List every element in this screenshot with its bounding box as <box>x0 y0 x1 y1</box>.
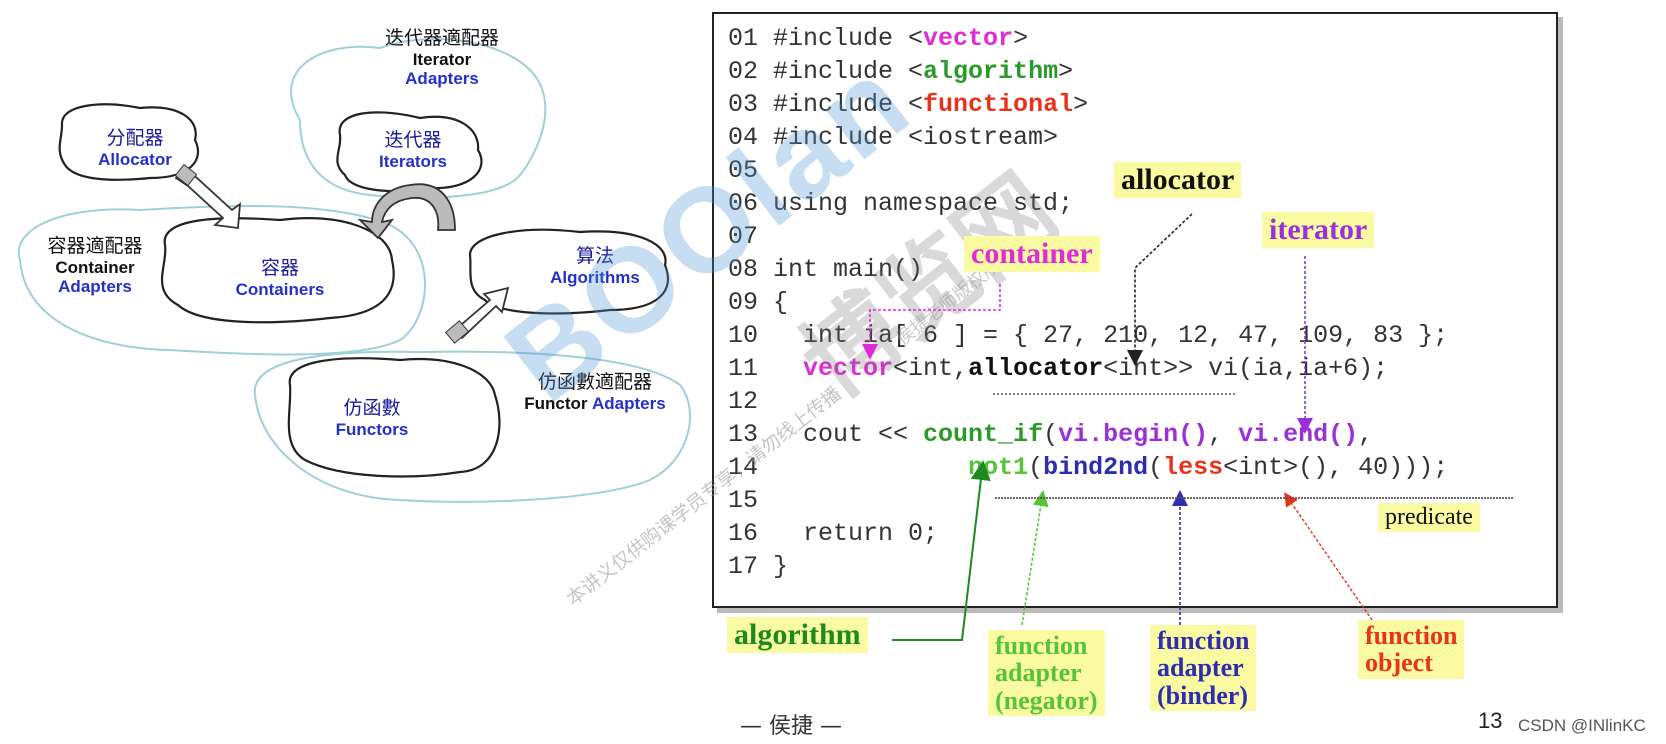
allocator-label: 分配器 Allocator <box>75 127 195 169</box>
negator-line1: function <box>995 631 1088 660</box>
line-number: 16 <box>728 519 759 548</box>
csdn-credit: CSDN @INlinKC <box>1518 716 1646 735</box>
code-text: > <box>1073 90 1089 119</box>
iterators-label: 迭代器 Iterators <box>358 129 468 171</box>
code-line-01: 01 #include <vector> <box>728 24 1028 54</box>
negator-line2: adapter <box>995 658 1082 688</box>
container-adapters-en2: Adapters <box>58 277 132 297</box>
arrow-iterators-curve <box>357 183 456 240</box>
code-text: <int>(), 40))); <box>1223 453 1449 482</box>
keyword-allocator: allocator <box>968 354 1104 383</box>
tag-function-adapter-binder: function adapter (binder) <box>1150 625 1257 711</box>
allocator-zh: 分配器 <box>106 127 164 149</box>
keyword-count-if: count_if <box>923 420 1044 449</box>
containers-label: 容器 Containers <box>215 257 345 299</box>
keyword-vi-begin: vi.begin() <box>1058 420 1209 449</box>
tag-predicate: predicate <box>1378 503 1480 533</box>
tag-container: container <box>964 236 1100 272</box>
line-number: 15 <box>728 486 759 515</box>
keyword-algorithm: algorithm <box>923 57 1059 86</box>
line-number: 11 <box>728 354 759 383</box>
iterator-adapters-en1: Iterator <box>412 49 472 69</box>
binder-line1: function <box>1157 626 1250 655</box>
code-text: > <box>1013 24 1029 53</box>
code-line-14: 14 not1(bind2nd(less<int>(), 40))); <box>728 453 1448 483</box>
container-adapters-zh: 容器適配器 <box>47 235 143 257</box>
functors-zh: 仿函數 <box>343 397 401 419</box>
code-line-17: 17 } <box>728 552 788 582</box>
tag-allocator: allocator <box>1114 162 1242 198</box>
keyword-vector: vector <box>923 24 1014 53</box>
page-number: 13 <box>1478 708 1503 733</box>
code-text: > <box>1058 57 1074 86</box>
containers-en: Containers <box>235 279 325 299</box>
fobj-line2: object <box>1365 648 1433 678</box>
code-text: , <box>1208 420 1239 449</box>
tag-function-adapter-negator: function adapter (negator) <box>988 630 1105 716</box>
code-text: ( <box>1028 453 1044 482</box>
keyword-bind2nd: bind2nd <box>1043 453 1149 482</box>
code-text: , <box>1358 420 1374 449</box>
tag-function-object: function object <box>1358 620 1465 679</box>
line-number: 10 <box>728 321 759 350</box>
tag-algorithm: algorithm <box>727 617 868 653</box>
keyword-less: less <box>1163 453 1224 482</box>
footer-author: — 侯捷 — <box>740 714 842 739</box>
code-text: <int>> vi(ia,ia+6); <box>1103 354 1389 383</box>
line-number: 12 <box>728 387 759 416</box>
code-text: ( <box>1043 420 1059 449</box>
iterators-zh: 迭代器 <box>384 129 442 151</box>
code-line-13: 13 cout << count_if(vi.begin(), vi.end()… <box>728 420 1373 450</box>
keyword-functional: functional <box>923 90 1074 119</box>
allocator-en: Allocator <box>98 149 172 169</box>
code-line-12: 12 <box>728 387 758 417</box>
binder-line3: (binder) <box>1157 680 1248 710</box>
iterator-adapters-zh: 迭代器適配器 <box>384 27 499 49</box>
container-adapters-label: 容器適配器 Container Adapters <box>30 235 160 297</box>
fobj-line1: function <box>1365 621 1458 650</box>
code-text: return 0; <box>758 519 939 548</box>
code-text: } <box>758 552 789 581</box>
line-number: 01 <box>728 24 759 53</box>
code-text: ( <box>1148 453 1164 482</box>
code-line-15: 15 <box>728 486 758 516</box>
iterator-adapters-en2: Adapters <box>405 69 479 89</box>
line-number: 17 <box>728 552 759 581</box>
iterator-adapters-label: 迭代器適配器 Iterator Adapters <box>362 27 522 89</box>
functors-label: 仿函數 Functors <box>312 397 432 439</box>
functors-en: Functors <box>335 419 409 439</box>
line-number: 02 <box>728 57 759 86</box>
tag-iterator: iterator <box>1262 212 1375 248</box>
iterators-en: Iterators <box>378 151 448 171</box>
containers-zh: 容器 <box>260 257 299 279</box>
keyword-vi-end: vi.end() <box>1238 420 1359 449</box>
container-adapters-en1: Container <box>55 257 135 277</box>
keyword-not1: not1 <box>968 453 1029 482</box>
negator-line3: (negator) <box>995 685 1098 715</box>
binder-line2: adapter <box>1157 653 1244 683</box>
code-line-16: 16 return 0; <box>728 519 938 549</box>
code-line-02: 02 #include <algorithm> <box>728 57 1073 87</box>
